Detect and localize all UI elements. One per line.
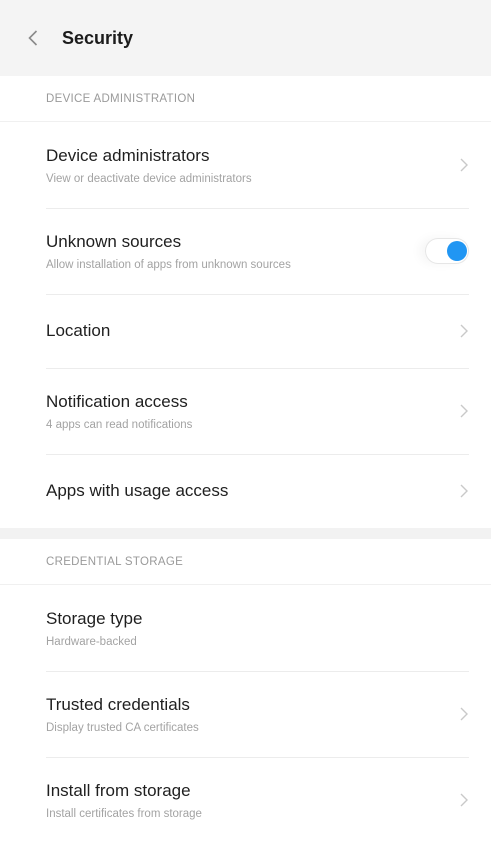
toggle-knob [447,241,467,261]
section-header-credential-storage: CREDENTIAL STORAGE [0,539,491,585]
unknown-sources-toggle[interactable] [425,238,469,264]
apps-with-usage-access-item[interactable]: Apps with usage access [0,454,491,528]
app-header: Security [0,0,491,76]
item-title: Storage type [46,608,143,628]
item-title: Notification access [46,391,188,411]
item-subtitle: View or deactivate device administrators [46,172,252,185]
chevron-right-icon [459,483,469,499]
trusted-credentials-item[interactable]: Trusted credentials Display trusted CA c… [0,671,491,757]
location-item[interactable]: Location [0,294,491,368]
storage-type-item[interactable]: Storage type Hardware-backed [0,585,491,671]
section-divider [0,528,491,539]
section-header-device-administration: DEVICE ADMINISTRATION [0,76,491,122]
back-chevron-icon[interactable] [28,26,48,50]
item-title: Trusted credentials [46,694,190,714]
item-subtitle: Install certificates from storage [46,807,202,820]
item-subtitle: Allow installation of apps from unknown … [46,258,291,271]
item-title: Install from storage [46,780,191,800]
chevron-right-icon [459,323,469,339]
chevron-right-icon [459,157,469,173]
item-title: Apps with usage access [46,481,229,500]
chevron-right-icon [459,706,469,722]
chevron-right-icon [459,792,469,808]
page-title: Security [62,27,134,48]
item-title: Device administrators [46,145,210,165]
item-subtitle: Display trusted CA certificates [46,721,199,734]
install-from-storage-item[interactable]: Install from storage Install certificate… [0,757,491,843]
item-title: Location [46,321,111,340]
item-subtitle: 4 apps can read notifications [46,418,193,431]
unknown-sources-item[interactable]: Unknown sources Allow installation of ap… [0,208,491,294]
item-title: Unknown sources [46,231,182,251]
item-subtitle: Hardware-backed [46,635,137,648]
chevron-right-icon [459,403,469,419]
device-administrators-item[interactable]: Device administrators View or deactivate… [0,122,491,208]
notification-access-item[interactable]: Notification access 4 apps can read noti… [0,368,491,454]
